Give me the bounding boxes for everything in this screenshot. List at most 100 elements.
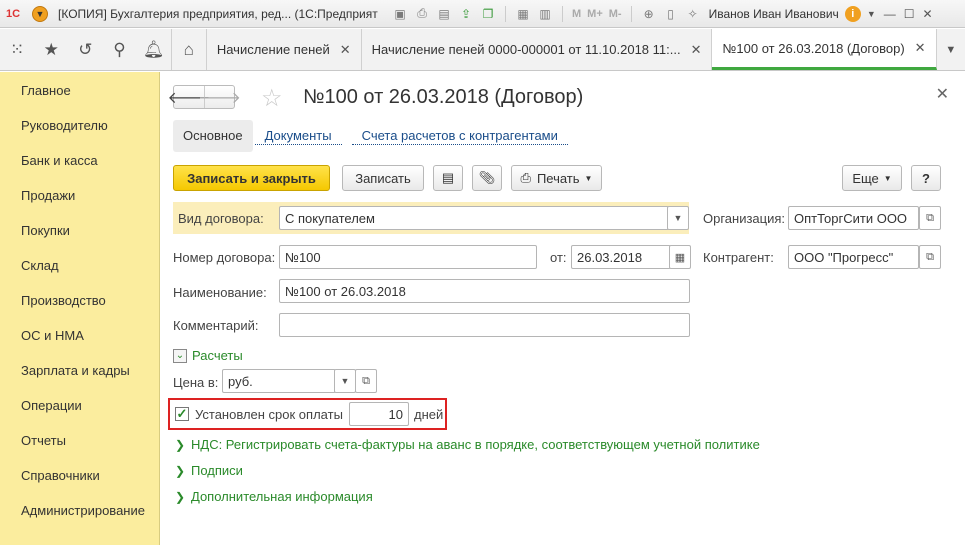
- chevron-down-icon: ▼: [584, 173, 593, 183]
- chevron-down-icon: ⌄: [173, 348, 187, 363]
- payment-term-checkbox[interactable]: ✓: [175, 406, 189, 421]
- main-menu-button[interactable]: ▼: [32, 5, 48, 22]
- tab-accounts[interactable]: Счета расчетов с контрагентами: [351, 128, 568, 145]
- home-icon[interactable]: ⌂: [170, 29, 207, 70]
- sidebar-item-director[interactable]: Руководителю: [0, 108, 159, 143]
- name-field[interactable]: №100 от 26.03.2018: [279, 279, 690, 303]
- save-icon[interactable]: ▣: [392, 6, 408, 22]
- help-button[interactable]: ?: [911, 165, 941, 191]
- info-icon[interactable]: i: [844, 5, 861, 22]
- sidebar-item-sales[interactable]: Продажи: [0, 178, 159, 213]
- signatures-section-toggle[interactable]: ❯ Подписи: [175, 463, 243, 478]
- tab-contract[interactable]: №100 от 26.03.2018 (Договор) ✕: [712, 29, 937, 70]
- sidebar-item-purchases[interactable]: Покупки: [0, 213, 159, 248]
- sidebar-item-warehouse[interactable]: Склад: [0, 248, 159, 283]
- tab-penalties-doc[interactable]: Начисление пеней 0000-000001 от 11.10.20…: [362, 29, 713, 70]
- organization-label: Организация:: [703, 211, 786, 226]
- tabs-more-icon[interactable]: ▼: [937, 29, 965, 70]
- chevron-right-icon: ❯: [175, 463, 186, 478]
- copy-icon[interactable]: ❐: [480, 6, 496, 22]
- save-and-close-button[interactable]: Записать и закрыть: [173, 165, 330, 191]
- memory-minus-button[interactable]: M-: [609, 8, 622, 20]
- sidebar-item-operations[interactable]: Операции: [0, 388, 159, 423]
- memory-button[interactable]: M: [572, 8, 581, 20]
- open-icon[interactable]: ⧉: [355, 369, 377, 393]
- more-button[interactable]: Еще ▼: [842, 165, 902, 191]
- contract-type-field[interactable]: С покупателем: [279, 206, 669, 230]
- comment-field[interactable]: [279, 313, 690, 337]
- favorites-star-icon[interactable]: ★: [34, 29, 68, 70]
- additional-info-section-title: Дополнительная информация: [191, 489, 373, 504]
- history-nav: 🡐 🡒: [168, 85, 241, 109]
- print-label: Печать: [536, 170, 580, 186]
- apps-grid-icon[interactable]: ⁙: [0, 29, 34, 70]
- comment-label: Комментарий:: [173, 318, 259, 333]
- open-icon[interactable]: ⧉: [919, 245, 941, 269]
- name-label: Наименование:: [173, 285, 267, 300]
- sidebar-item-reports[interactable]: Отчеты: [0, 423, 159, 458]
- payment-term-label: Установлен срок оплаты: [195, 407, 343, 422]
- upload-icon[interactable]: ⇪: [458, 6, 474, 22]
- bell-icon[interactable]: 🔔︎: [137, 29, 171, 70]
- history-icon[interactable]: ↺: [68, 29, 102, 70]
- tab-label: Начисление пеней: [216, 42, 330, 57]
- maximize-icon[interactable]: ☐: [904, 7, 915, 21]
- sidebar-item-assets[interactable]: ОС и НМА: [0, 318, 159, 353]
- additional-info-section-toggle[interactable]: ❯ Дополнительная информация: [175, 489, 373, 504]
- date-field[interactable]: 26.03.2018: [571, 245, 671, 269]
- favorite-star-icon[interactable]: ☆: [261, 84, 283, 113]
- forward-arrow-icon[interactable]: 🡒: [198, 86, 241, 108]
- tab-documents[interactable]: Документы: [254, 128, 342, 145]
- chevron-down-icon: ▼: [883, 173, 892, 183]
- counterparty-field[interactable]: ООО "Прогресс": [788, 245, 919, 269]
- calendar-icon[interactable]: ▥: [537, 6, 553, 22]
- zoom-icon[interactable]: ⊕: [641, 6, 657, 22]
- window-title: [КОПИЯ] Бухгалтерия предприятия, ред... …: [58, 6, 378, 21]
- number-field[interactable]: №100: [279, 245, 537, 269]
- tab-label: Начисление пеней 0000-000001 от 11.10.20…: [371, 42, 681, 57]
- chevron-down-icon[interactable]: ▼: [867, 9, 876, 19]
- sidebar-item-salary[interactable]: Зарплата и кадры: [0, 353, 159, 388]
- calendar-icon[interactable]: ▦: [669, 245, 691, 269]
- open-icon[interactable]: ⧉: [919, 206, 941, 230]
- tab-main[interactable]: Основное: [173, 120, 253, 152]
- app-logo: 1С: [6, 7, 21, 20]
- preview-icon[interactable]: ▤: [436, 6, 452, 22]
- sidebar-item-references[interactable]: Справочники: [0, 458, 159, 493]
- contract-type-label: Вид договора:: [178, 211, 264, 226]
- list-icon[interactable]: ▤: [433, 165, 463, 191]
- panel-icon[interactable]: ▯: [663, 6, 679, 22]
- sidebar-item-main[interactable]: Главное: [0, 73, 159, 108]
- minimize-icon[interactable]: —: [884, 7, 896, 21]
- contract-form: 🡐 🡒 ☆ №100 от 26.03.2018 (Договор) ✕ Осн…: [161, 72, 965, 545]
- sidebar-item-bank[interactable]: Банк и касса: [0, 143, 159, 178]
- chevron-down-icon[interactable]: ▼: [334, 369, 356, 393]
- price-currency-field[interactable]: руб.: [222, 369, 336, 393]
- close-icon[interactable]: ✕: [691, 42, 702, 58]
- sidebar-item-production[interactable]: Производство: [0, 283, 159, 318]
- chevron-right-icon: ❯: [175, 437, 186, 452]
- close-window-icon[interactable]: ✕: [923, 7, 933, 21]
- number-label: Номер договора:: [173, 250, 276, 265]
- price-label: Цена в:: [173, 375, 219, 390]
- printer-icon: ⎙: [520, 170, 531, 185]
- print-icon[interactable]: ⎙: [414, 6, 430, 22]
- sidebar-item-admin[interactable]: Администрирование: [0, 493, 159, 528]
- close-icon[interactable]: ✕: [340, 42, 351, 58]
- memory-plus-button[interactable]: M+: [587, 8, 603, 20]
- attach-icon[interactable]: 📎︎: [472, 165, 502, 191]
- close-icon[interactable]: ✕: [915, 40, 926, 56]
- organization-field[interactable]: ОптТоргСити ООО: [788, 206, 919, 230]
- settings-icon[interactable]: ✧: [685, 6, 701, 22]
- chevron-down-icon[interactable]: ▼: [667, 206, 689, 230]
- tab-penalties[interactable]: Начисление пеней ✕: [207, 29, 362, 70]
- vat-section-toggle[interactable]: ❯ НДС: Регистрировать счета-фактуры на а…: [175, 437, 760, 452]
- close-form-icon[interactable]: ✕: [936, 84, 949, 104]
- payment-term-days-field[interactable]: 10: [349, 402, 409, 426]
- search-icon[interactable]: ⚲: [102, 29, 136, 70]
- settlements-section-toggle[interactable]: ⌄ Расчеты: [173, 348, 243, 363]
- print-button[interactable]: ⎙ Печать ▼: [511, 165, 602, 191]
- current-user[interactable]: Иванов Иван Иванович: [709, 7, 839, 21]
- save-button[interactable]: Записать: [342, 165, 424, 191]
- calculator-icon[interactable]: ▦: [515, 6, 531, 22]
